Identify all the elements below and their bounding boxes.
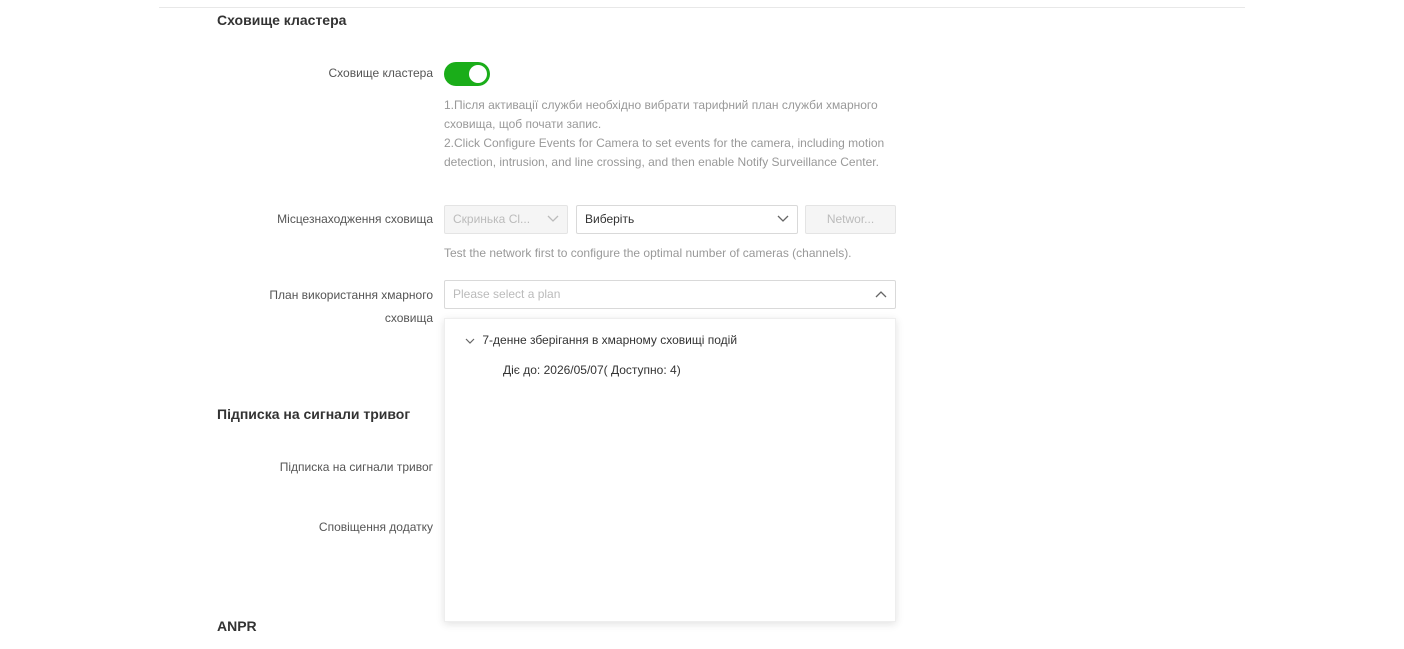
hint-line-1: 1.Після активації служби необхідно вибра…: [444, 98, 878, 131]
plan-group-label: 7-денне зберігання в хмарному сховищі по…: [482, 333, 738, 347]
cloud-plan-select[interactable]: Please select a plan: [444, 280, 896, 309]
section-title-anpr: ANPR: [217, 618, 257, 634]
hint-line-2: 2.Click Configure Events for Camera to s…: [444, 136, 885, 169]
storage-box-select-value: Скринька Cl...: [453, 212, 531, 226]
toggle-knob: [469, 65, 487, 83]
section-title-cluster-storage: Сховище кластера: [217, 12, 347, 28]
chevron-down-icon: [465, 332, 479, 350]
chevron-up-icon: [875, 281, 887, 308]
cloud-plan-dropdown: 7-денне зберігання в хмарному сховищі по…: [444, 318, 896, 622]
network-test-button[interactable]: Networ...: [805, 205, 896, 234]
cluster-storage-label: Сховище кластера: [328, 66, 433, 80]
top-divider: [159, 7, 1245, 8]
chevron-down-icon: [777, 206, 789, 232]
cluster-storage-toggle[interactable]: [444, 62, 490, 86]
storage-target-select[interactable]: Виберіть: [576, 205, 798, 234]
app-notification-label: Сповіщення додатку: [318, 520, 433, 534]
plan-option-item[interactable]: Діє до: 2026/05/07( Доступно: 4): [503, 361, 681, 379]
network-test-note: Test the network first to configure the …: [444, 246, 852, 260]
alarm-subscription-label: Підписка на сигнали тривог: [279, 460, 433, 474]
storage-target-select-value: Виберіть: [585, 212, 635, 226]
cloud-plan-label: План використання хмарного сховища: [269, 288, 433, 325]
plan-group-item[interactable]: 7-денне зберігання в хмарному сховищі по…: [465, 331, 737, 350]
storage-box-select[interactable]: Скринька Cl...: [444, 205, 568, 234]
cloud-plan-placeholder: Please select a plan: [453, 287, 561, 301]
section-title-alarm-subscription: Підписка на сигнали тривог: [217, 406, 411, 422]
chevron-down-icon: [547, 206, 559, 232]
storage-location-label: Місцезнаходження сховища: [277, 212, 433, 226]
cluster-storage-hint: 1.Після активації служби необхідно вибра…: [444, 96, 894, 172]
